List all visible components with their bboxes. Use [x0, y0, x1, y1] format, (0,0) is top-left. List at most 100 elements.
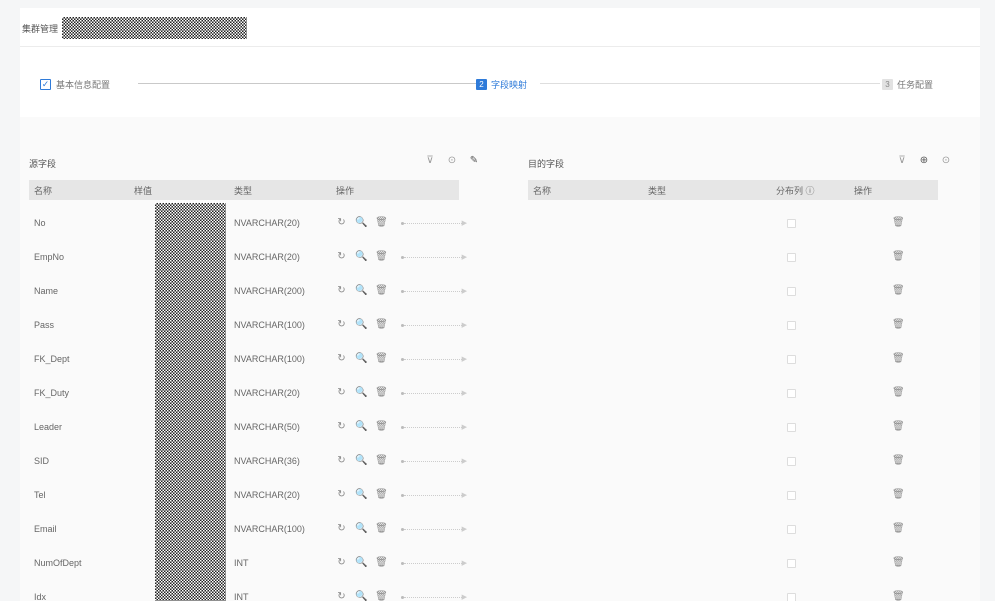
search-icon[interactable]: 🔍	[355, 590, 368, 601]
delete-icon[interactable]: 🗑	[375, 250, 388, 264]
delete-icon[interactable]: 🗑	[892, 420, 905, 434]
distribution-checkbox[interactable]	[787, 491, 796, 500]
distribution-checkbox[interactable]	[787, 525, 796, 534]
search-icon[interactable]: 🔍	[355, 284, 368, 298]
mapping-connector[interactable]: ▶	[401, 526, 467, 533]
filter-icon[interactable]: ⊽	[895, 154, 909, 168]
convert-icon[interactable]: ↻	[335, 386, 348, 400]
delete-icon[interactable]: 🗑	[892, 590, 905, 601]
delete-icon[interactable]: 🗑	[375, 352, 388, 366]
delete-icon[interactable]: 🗑	[892, 352, 905, 366]
convert-icon[interactable]: ↻	[335, 216, 348, 230]
convert-icon[interactable]: ↻	[335, 318, 348, 332]
mapping-connector[interactable]: ▶	[401, 356, 467, 363]
connector-arrow-icon: ▶	[461, 423, 467, 431]
distribution-checkbox[interactable]	[787, 355, 796, 364]
search-icon[interactable]: 🔍	[355, 420, 368, 434]
step-number: 2	[476, 78, 487, 90]
convert-icon[interactable]: ↻	[335, 284, 348, 298]
convert-icon[interactable]: ↻	[335, 556, 348, 570]
mapping-connector[interactable]: ▶	[401, 492, 467, 499]
convert-icon[interactable]: ↻	[335, 522, 348, 536]
delete-icon[interactable]: 🗑	[892, 216, 905, 230]
delete-icon[interactable]: 🗑	[375, 420, 388, 434]
search-icon[interactable]: 🔍	[355, 386, 368, 400]
distribution-checkbox[interactable]	[787, 321, 796, 330]
search-icon[interactable]: 🔍	[355, 454, 368, 468]
delete-icon[interactable]: 🗑	[375, 216, 388, 230]
search-icon[interactable]: 🔍	[355, 556, 368, 570]
search-icon[interactable]: 🔍	[355, 488, 368, 502]
distribution-checkbox[interactable]	[787, 253, 796, 262]
distribution-checkbox[interactable]	[787, 287, 796, 296]
distribution-checkbox[interactable]	[787, 457, 796, 466]
search-icon[interactable]: 🔍	[355, 522, 368, 536]
delete-icon[interactable]: 🗑	[892, 284, 905, 298]
connector-arrow-icon: ▶	[461, 253, 467, 261]
delete-icon[interactable]: 🗑	[892, 556, 905, 570]
delete-icon[interactable]: 🗑	[375, 318, 388, 332]
sample-values-redacted	[155, 203, 226, 601]
distribution-checkbox[interactable]	[787, 389, 796, 398]
mapping-connector[interactable]: ▶	[401, 458, 467, 465]
delete-icon[interactable]: 🗑	[892, 488, 905, 502]
delete-icon[interactable]: 🗑	[892, 318, 905, 332]
delete-icon[interactable]: 🗑	[892, 386, 905, 400]
search-icon[interactable]: 🔍	[355, 216, 368, 230]
delete-icon[interactable]: 🗑	[375, 556, 388, 570]
delete-icon[interactable]: 🗑	[375, 590, 388, 601]
breadcrumb-root[interactable]: 集群管理	[22, 22, 58, 35]
search-icon[interactable]: 🔍	[355, 318, 368, 332]
field-name: Leader	[34, 422, 63, 432]
convert-icon[interactable]: ↻	[335, 454, 348, 468]
mapping-connector[interactable]: ▶	[401, 560, 467, 567]
mapping-connector[interactable]: ▶	[401, 322, 467, 329]
delete-icon[interactable]: 🗑	[375, 284, 388, 298]
convert-icon[interactable]: ↻	[335, 352, 348, 366]
source-field-row: No NVARCHAR(20) ↻ 🔍 🗑 ▶	[29, 206, 529, 240]
add-circle-icon[interactable]: ⊕	[917, 154, 931, 168]
connector-arrow-icon: ▶	[461, 321, 467, 329]
connector-line	[404, 324, 462, 326]
connector-arrow-icon: ▶	[461, 593, 467, 601]
target-icon[interactable]: ⊙	[939, 154, 953, 168]
delete-icon[interactable]: 🗑	[892, 522, 905, 536]
mapping-connector[interactable]: ▶	[401, 254, 467, 261]
mapping-connector[interactable]: ▶	[401, 390, 467, 397]
target-icon[interactable]: ⊙	[445, 154, 459, 168]
distribution-checkbox[interactable]	[787, 423, 796, 432]
row-actions: ↻ 🔍 🗑	[331, 216, 401, 230]
delete-icon[interactable]: 🗑	[892, 250, 905, 264]
step-task-config[interactable]: 3 任务配置	[882, 74, 933, 94]
search-icon[interactable]: 🔍	[355, 352, 368, 366]
connector-line	[404, 290, 462, 292]
edit-icon[interactable]: ✎	[467, 154, 481, 168]
convert-icon[interactable]: ↻	[335, 590, 348, 601]
delete-icon[interactable]: 🗑	[892, 454, 905, 468]
mapping-connector[interactable]: ▶	[401, 594, 467, 601]
connector-line	[404, 562, 462, 564]
mapping-connector[interactable]: ▶	[401, 288, 467, 295]
field-type: NVARCHAR(100)	[234, 320, 305, 330]
mapping-connector[interactable]: ▶	[401, 424, 467, 431]
delete-icon[interactable]: 🗑	[375, 488, 388, 502]
delete-icon[interactable]: 🗑	[375, 454, 388, 468]
convert-icon[interactable]: ↻	[335, 420, 348, 434]
column-header-ops: 操作	[854, 185, 873, 196]
convert-icon[interactable]: ↻	[335, 250, 348, 264]
delete-icon[interactable]: 🗑	[375, 386, 388, 400]
convert-icon[interactable]: ↻	[335, 488, 348, 502]
connector-line	[404, 256, 462, 258]
search-icon[interactable]: 🔍	[355, 250, 368, 264]
filter-icon[interactable]: ⊽	[423, 154, 437, 168]
distribution-checkbox[interactable]	[787, 593, 796, 601]
delete-icon[interactable]: 🗑	[375, 522, 388, 536]
distribution-checkbox[interactable]	[787, 559, 796, 568]
field-name: No	[34, 218, 46, 228]
step-basic-info[interactable]: ✓ 基本信息配置	[40, 74, 110, 94]
mapping-connector[interactable]: ▶	[401, 220, 467, 227]
field-type: NVARCHAR(100)	[234, 524, 305, 534]
step-field-mapping[interactable]: 2 字段映射	[476, 74, 527, 94]
field-type: NVARCHAR(20)	[234, 388, 300, 398]
distribution-checkbox[interactable]	[787, 219, 796, 228]
